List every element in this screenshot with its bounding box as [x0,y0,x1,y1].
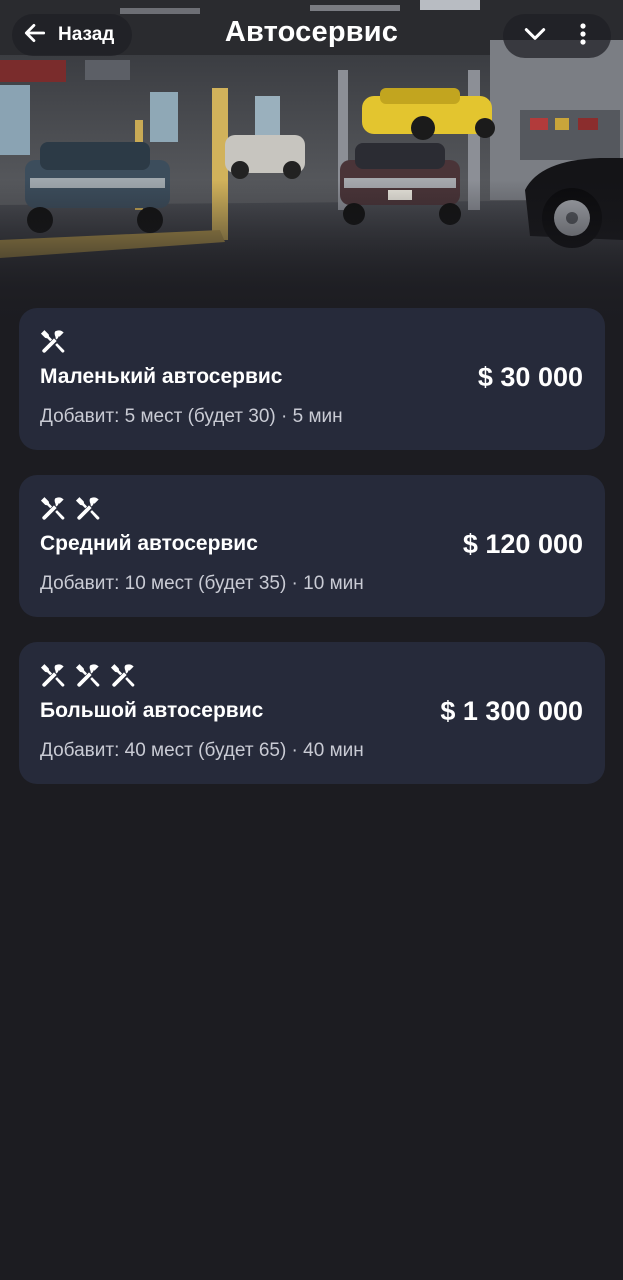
collapse-button[interactable] [517,18,553,54]
option-subtitle: Добавит: 40 мест (будет 65) · 40 мин [40,740,364,761]
top-actions [503,14,611,58]
option-subtitle: Добавит: 5 мест (будет 30) · 5 мин [40,406,343,427]
more-vertical-icon [571,22,595,51]
level-icons [39,661,138,691]
service-option-medium[interactable]: Средний автосервис Добавит: 10 мест (буд… [19,475,605,617]
tools-icon [40,497,65,520]
option-title: Средний автосервис [40,532,258,555]
option-price: $ 1 300 000 [440,696,583,726]
more-menu-button[interactable] [565,18,601,54]
option-subtitle: Добавит: 10 мест (будет 35) · 10 мин [40,573,364,594]
back-label: Назад [58,24,115,45]
screen: Назад Автосервис Маленький автосервис До… [0,0,623,1280]
level-icons [39,327,68,357]
tools-icon [40,330,65,353]
option-price: $ 120 000 [462,529,583,559]
level-icons [39,494,103,524]
option-price: $ 30 000 [477,362,583,392]
tools-icon [75,497,100,520]
back-button[interactable]: Назад [12,14,133,56]
option-title: Маленький автосервис [40,365,283,388]
service-option-small[interactable]: Маленький автосервис Добавит: 5 мест (бу… [19,308,605,450]
tools-icon [75,664,100,687]
service-options-list: Маленький автосервис Добавит: 5 мест (бу… [19,308,605,809]
chevron-down-icon [522,21,548,52]
tools-icon [40,664,65,687]
arrow-left-icon [22,20,48,51]
option-title: Большой автосервис [40,699,264,722]
tools-icon [110,664,135,687]
service-option-large[interactable]: Большой автосервис Добавит: 40 мест (буд… [19,642,605,784]
